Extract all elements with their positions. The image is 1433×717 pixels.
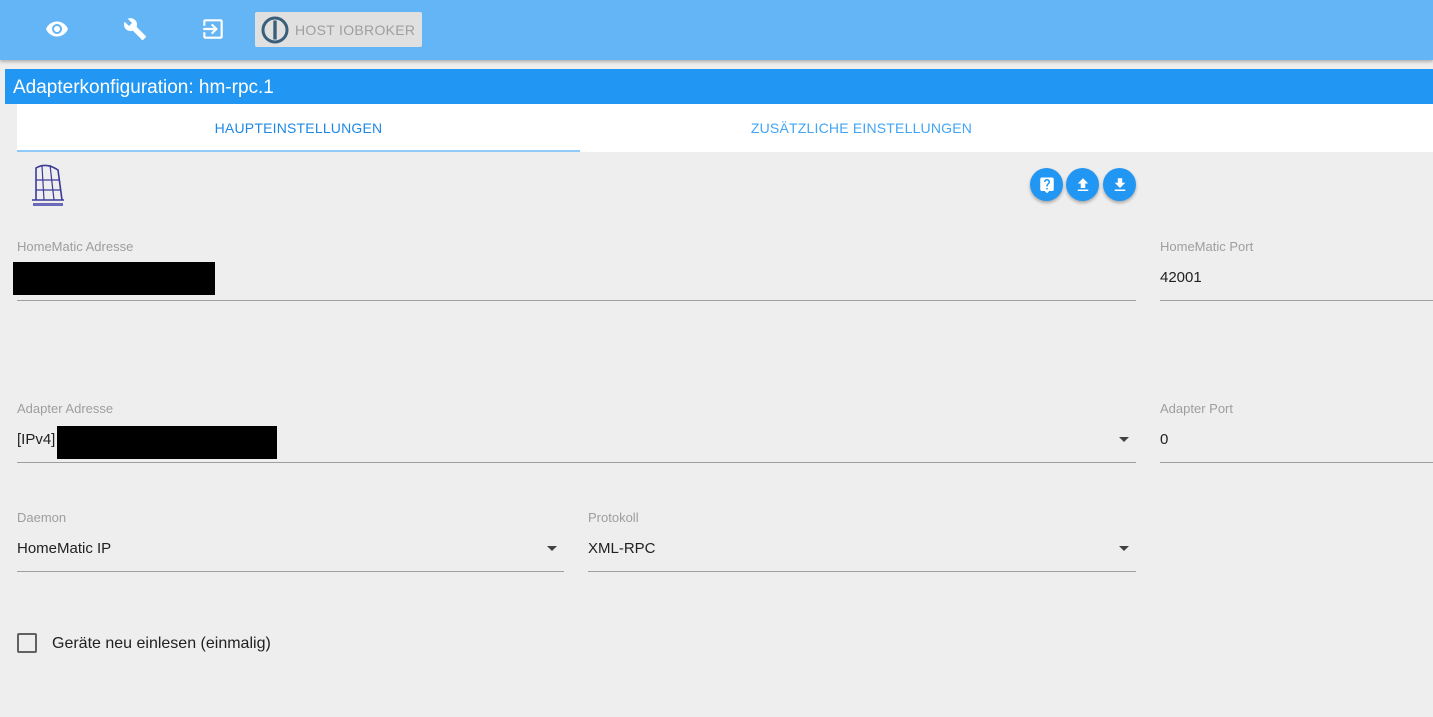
homematic-port-input[interactable]: 42001 — [1160, 269, 1202, 286]
top-toolbar: HOST IOBROKER — [0, 0, 1433, 60]
homematic-address-underline — [17, 300, 1136, 301]
protocol-chevron-down-icon[interactable] — [1119, 546, 1129, 551]
eye-icon[interactable] — [43, 14, 71, 44]
dialog-title: Adapterkonfiguration: hm-rpc.1 — [13, 77, 274, 98]
host-button-label: HOST IOBROKER — [295, 21, 416, 38]
adapter-address-underline — [17, 462, 1136, 463]
protocol-underline — [588, 571, 1136, 572]
protocol-label: Protokoll — [588, 510, 639, 525]
adapter-address-redacted — [57, 426, 277, 459]
logout-icon[interactable] — [199, 14, 227, 44]
homematic-logo-icon — [32, 164, 64, 206]
adapter-address-select[interactable]: [IPv4] — [17, 431, 55, 448]
protocol-select[interactable]: XML-RPC — [588, 540, 656, 557]
adapter-port-input[interactable]: 0 — [1160, 431, 1168, 448]
dialog-title-bar: Adapterkonfiguration: hm-rpc.1 — [5, 69, 1433, 104]
download-icon — [1114, 177, 1125, 191]
adapter-port-underline — [1160, 462, 1433, 463]
iobroker-logo-icon — [261, 16, 289, 43]
homematic-address-input[interactable] — [13, 262, 215, 295]
adapter-port-label: Adapter Port — [1160, 401, 1233, 416]
active-tab-indicator — [17, 150, 580, 152]
help-button[interactable] — [1030, 168, 1063, 201]
reload-devices-checkbox[interactable] — [17, 633, 37, 653]
reload-devices-label: Geräte neu einlesen (einmalig) — [52, 635, 271, 652]
daemon-chevron-down-icon[interactable] — [547, 546, 557, 551]
upload-button[interactable] — [1066, 168, 1099, 201]
homematic-port-underline — [1160, 300, 1433, 301]
homematic-port-label: HomeMatic Port — [1160, 239, 1254, 254]
daemon-select[interactable]: HomeMatic IP — [17, 540, 111, 557]
tab-additional-settings[interactable]: ZUSÄTZLICHE EINSTELLUNGEN — [580, 104, 1143, 152]
daemon-underline — [17, 571, 564, 572]
upload-icon — [1077, 177, 1088, 191]
host-selector-button[interactable]: HOST IOBROKER — [255, 12, 422, 47]
adapter-address-label: Adapter Adresse — [17, 401, 114, 416]
settings-tabs: HAUPTEINSTELLUNGEN ZUSÄTZLICHE EINSTELLU… — [17, 104, 1433, 152]
help-icon — [1039, 177, 1054, 193]
homematic-address-label: HomeMatic Adresse — [17, 239, 134, 254]
wrench-icon[interactable] — [121, 14, 149, 44]
download-button[interactable] — [1103, 168, 1136, 201]
daemon-label: Daemon — [17, 510, 67, 525]
tab-main-settings[interactable]: HAUPTEINSTELLUNGEN — [17, 104, 580, 152]
adapter-address-chevron-down-icon[interactable] — [1119, 437, 1129, 442]
